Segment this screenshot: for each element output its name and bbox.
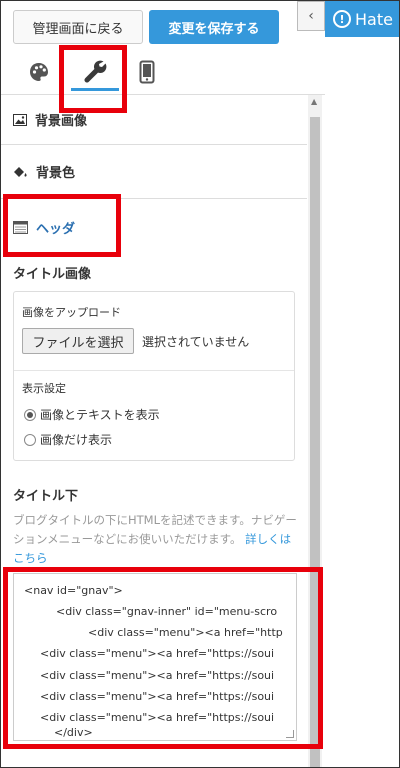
code-line: <nav id="gnav"> xyxy=(24,584,123,597)
choose-file-button[interactable]: ファイルを選択 xyxy=(22,328,134,354)
divider xyxy=(14,370,294,371)
section-header[interactable]: ヘッダ xyxy=(1,199,307,255)
top-bar: 管理画面に戻る 変更を保存する xyxy=(1,1,297,49)
wrench-icon xyxy=(84,60,107,83)
resize-handle[interactable] xyxy=(286,730,294,738)
code-line: <div class="gnav-inner" id="menu-scro xyxy=(56,605,278,618)
section-background-image[interactable]: 背景画像 xyxy=(1,95,307,145)
code-line: <div class="menu"><a href="https://soui xyxy=(40,711,275,724)
file-status: 選択されていません xyxy=(142,335,250,349)
radio-label: 画像だけ表示 xyxy=(40,433,113,447)
radio-label: 画像とテキストを表示 xyxy=(40,408,160,422)
header-layout-icon xyxy=(13,220,28,234)
collapse-panel-button[interactable]: ‹ xyxy=(297,1,325,31)
code-line: <div class="menu"><a href="https://soui xyxy=(40,690,275,703)
smartphone-icon xyxy=(139,60,155,84)
radio-image-only[interactable]: 画像だけ表示 xyxy=(24,431,112,448)
under-title-html-textarea[interactable]: <nav id="gnav"> <div class="gnav-inner" … xyxy=(13,573,297,741)
radio-button[interactable] xyxy=(24,408,36,421)
paint-bucket-icon xyxy=(13,165,28,179)
tab-customize[interactable] xyxy=(71,53,119,91)
radio-image-and-text[interactable]: 画像とテキストを表示 xyxy=(24,406,160,423)
save-changes-button[interactable]: 変更を保存する xyxy=(149,10,279,44)
section-label: 背景色 xyxy=(36,166,76,181)
blog-preview-header: ! Hate xyxy=(325,1,399,37)
panel-tabs xyxy=(1,49,325,95)
chevron-left-icon: ‹ xyxy=(308,8,314,24)
section-label: 背景画像 xyxy=(35,114,88,129)
back-to-admin-button[interactable]: 管理画面に戻る xyxy=(13,10,143,44)
scroll-up-icon[interactable]: ▲ xyxy=(311,97,317,106)
code-line: </div> xyxy=(54,726,93,739)
display-settings-label: 表示設定 xyxy=(22,382,66,395)
title-image-heading: タイトル画像 xyxy=(13,267,92,282)
section-label: ヘッダ xyxy=(36,221,76,237)
under-title-heading: タイトル下 xyxy=(13,489,79,504)
tab-smartphone[interactable] xyxy=(127,53,167,91)
radio-button[interactable] xyxy=(24,433,36,446)
section-background-color[interactable]: 背景色 xyxy=(1,145,307,199)
code-line: <div class="menu"><a href="http xyxy=(88,626,283,639)
panel-scrollbar[interactable]: ▲ xyxy=(308,95,322,767)
title-image-box: 画像をアップロード ファイルを選択 選択されていません 表示設定 画像とテキスト… xyxy=(13,291,295,461)
image-icon xyxy=(13,113,27,126)
customize-panel: 管理画面に戻る 変更を保存する ‹ 背景画像 背景色 ヘッダ タイトル画像 画像… xyxy=(1,1,325,767)
blog-preview-title: Hate xyxy=(355,9,393,29)
upload-label: 画像をアップロード xyxy=(22,306,121,319)
tab-design[interactable] xyxy=(19,53,59,91)
under-title-description: ブログタイトルの下にHTMLを記述できます。ナビゲーションメニューなどにお使いい… xyxy=(13,511,297,568)
code-line: <div class="menu"><a href="https://soui xyxy=(40,669,275,682)
blog-logo-icon: ! xyxy=(333,10,351,28)
palette-icon xyxy=(30,63,48,81)
scrollbar-thumb[interactable] xyxy=(310,117,320,767)
code-line: <div class="menu"><a href="https://soui xyxy=(40,647,275,660)
settings-scroll-area[interactable]: 背景画像 背景色 ヘッダ タイトル画像 画像をアップロード ファイルを選択 選択… xyxy=(1,95,307,767)
